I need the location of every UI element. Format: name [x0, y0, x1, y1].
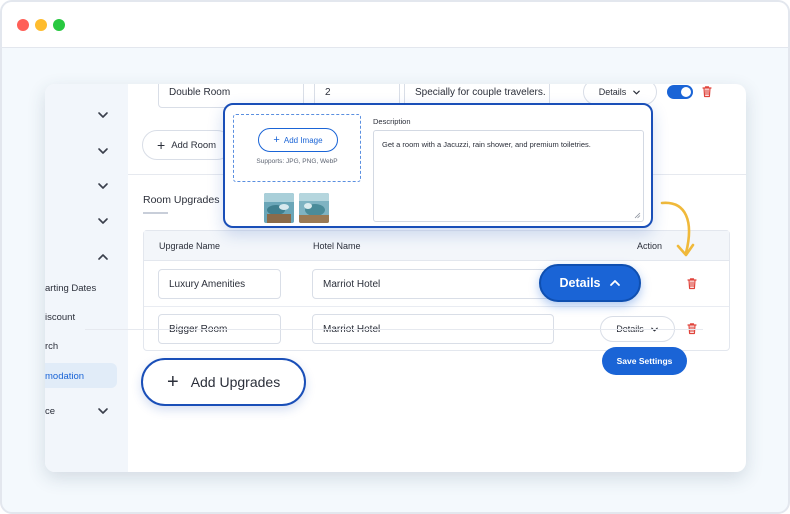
sidebar: arting Dates iscount rch modation ce: [45, 84, 128, 472]
supported-formats-text: Supports: JPG, PNG, WebP: [256, 158, 338, 165]
add-upgrades-button[interactable]: + Add Upgrades: [141, 358, 306, 406]
details-label: Details: [559, 276, 601, 290]
column-upgrade-name: Upgrade Name: [159, 241, 221, 251]
plus-icon: +: [273, 134, 280, 146]
sidebar-item-discount[interactable]: iscount: [45, 312, 75, 323]
trash-icon[interactable]: [686, 277, 698, 290]
description-textarea[interactable]: Get a room with a Jacuzzi, rain shower, …: [373, 130, 644, 222]
chevron-up-icon: [609, 280, 620, 286]
room-details-button[interactable]: Details: [583, 84, 657, 105]
chevron-down-icon: [633, 90, 641, 94]
add-room-label: Add Room: [171, 139, 217, 151]
row-separator: [144, 306, 729, 307]
close-window-dot[interactable]: [17, 19, 29, 31]
sidebar-item-search[interactable]: rch: [45, 341, 58, 352]
add-upgrades-label: Add Upgrades: [190, 374, 281, 390]
upgrade-details-button-expanded[interactable]: Details: [539, 264, 641, 302]
browser-window: arting Dates iscount rch modation ce Dou…: [0, 0, 790, 514]
curved-arrow-icon: [660, 201, 695, 257]
minimize-window-dot[interactable]: [35, 19, 47, 31]
chevron-up-icon[interactable]: [97, 251, 109, 263]
image-dropzone[interactable]: + Add Image Supports: JPG, PNG, WebP: [233, 114, 361, 182]
upgrade-name-field[interactable]: Luxury Amenities: [158, 269, 281, 299]
resize-handle-icon[interactable]: [634, 212, 641, 219]
details-label: Details: [598, 87, 627, 97]
plus-icon: +: [167, 371, 179, 393]
chevron-down-icon[interactable]: [97, 215, 109, 227]
section-title: Room Upgrades: [143, 194, 220, 206]
add-image-label: Add Image: [283, 135, 323, 145]
room-enabled-toggle[interactable]: [667, 85, 693, 99]
column-hotel-name: Hotel Name: [313, 241, 361, 251]
footer-divider: [85, 329, 703, 330]
trash-icon[interactable]: [701, 85, 713, 98]
sidebar-item-starting-dates[interactable]: arting Dates: [45, 283, 96, 294]
window-titlebar: [2, 2, 788, 48]
add-room-button[interactable]: + Add Room: [142, 130, 232, 160]
description-text: Get a room with a Jacuzzi, rain shower, …: [382, 140, 591, 149]
description-label: Description: [373, 117, 411, 126]
hotel-name-field[interactable]: Marriot Hotel: [312, 269, 554, 299]
table-header: Upgrade Name Hotel Name Action: [144, 231, 729, 261]
section-title-underline: [143, 212, 168, 214]
image-thumbnail[interactable]: [264, 193, 294, 223]
image-thumbnail[interactable]: [299, 193, 329, 223]
sidebar-item-price[interactable]: ce: [45, 406, 55, 417]
plus-icon: +: [157, 137, 166, 153]
chevron-down-icon[interactable]: [97, 405, 109, 417]
upgrade-details-popup: + Add Image Supports: JPG, PNG, WebP Des…: [223, 103, 653, 228]
chevron-down-icon[interactable]: [97, 109, 109, 121]
add-image-button[interactable]: + Add Image: [258, 128, 338, 152]
chevron-down-icon[interactable]: [97, 180, 109, 192]
save-settings-button[interactable]: Save Settings: [602, 347, 687, 375]
maximize-window-dot[interactable]: [53, 19, 65, 31]
sidebar-item-accommodation[interactable]: modation: [45, 371, 84, 382]
chevron-down-icon[interactable]: [97, 145, 109, 157]
